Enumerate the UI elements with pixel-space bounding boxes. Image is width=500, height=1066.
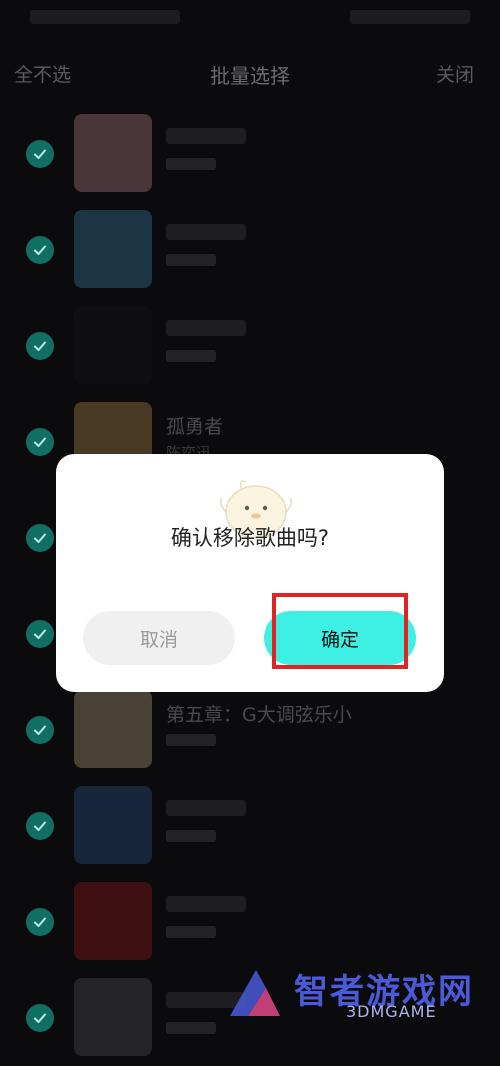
watermark: 智者游戏网 3DMGAME [226,962,496,1022]
cancel-button[interactable]: 取消 [83,611,235,665]
watermark-sub: 3DMGAME [346,1002,437,1021]
watermark-logo-icon [230,970,280,1016]
dialog-message: 确认移除歌曲吗? [170,526,330,550]
highlight-box [272,593,408,669]
